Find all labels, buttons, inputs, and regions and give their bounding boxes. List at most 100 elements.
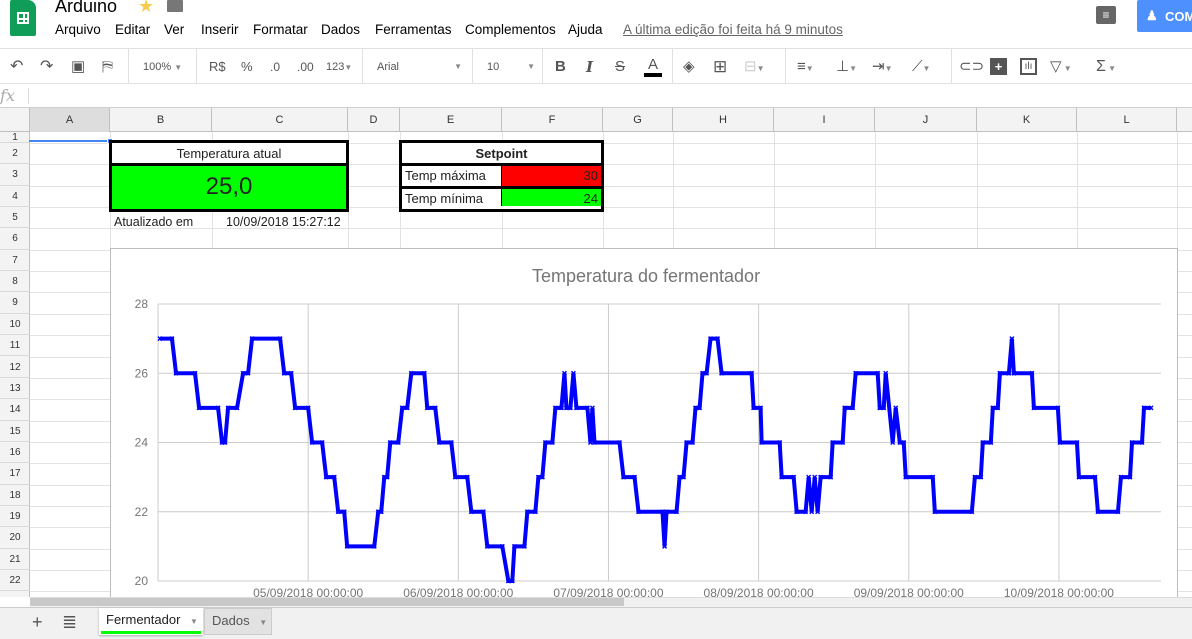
tab-dados[interactable]: Dados ▼ xyxy=(204,608,272,635)
add-sheet-icon[interactable]: + xyxy=(32,612,43,633)
min-temp-label[interactable]: Temp mínima xyxy=(402,189,502,206)
row-header-18[interactable]: 18 xyxy=(0,485,30,506)
row-header-1[interactable]: 1 xyxy=(0,132,30,143)
comments-icon[interactable]: ≡ xyxy=(1096,6,1116,24)
text-color-button[interactable]: A xyxy=(644,57,662,77)
temperature-chart[interactable]: Temperatura do fermentador 28 26 24 22 20 05/… xyxy=(110,248,1178,600)
redo-icon[interactable]: ↷ xyxy=(40,57,53,77)
vertical-align-icon[interactable]: ⊥▼ xyxy=(836,57,857,77)
formula-bar[interactable]: fx xyxy=(0,84,1192,108)
menu-formatar[interactable]: Formatar xyxy=(253,22,308,37)
row-header-3[interactable]: 3 xyxy=(0,164,30,186)
menu-complementos[interactable]: Complementos xyxy=(465,22,556,37)
row-header-12[interactable]: 12 xyxy=(0,357,30,378)
sheets-logo[interactable] xyxy=(10,0,36,36)
row-header-5[interactable]: 5 xyxy=(0,207,30,229)
menu-ferramentas[interactable]: Ferramentas xyxy=(375,22,452,37)
more-formats-button[interactable]: 123▼ xyxy=(326,57,352,77)
setpoint-header[interactable]: Setpoint xyxy=(402,143,601,166)
max-temp-label[interactable]: Temp máxima xyxy=(402,166,502,186)
paint-format-icon[interactable]: ⛿ xyxy=(102,57,113,77)
text-rotation-icon[interactable]: ⟋▼ xyxy=(912,57,930,77)
fill-color-icon[interactable]: ◈ xyxy=(683,57,695,77)
max-temp-value[interactable]: 30 xyxy=(502,166,601,186)
column-header-f[interactable]: F xyxy=(502,108,603,132)
row-header-16[interactable]: 16 xyxy=(0,442,30,464)
row-header-11[interactable]: 11 xyxy=(0,335,30,357)
row-header-7[interactable]: 7 xyxy=(0,250,30,272)
column-header-h[interactable]: H xyxy=(673,108,774,132)
column-header-b[interactable]: B xyxy=(110,108,212,132)
column-header-j[interactable]: J xyxy=(875,108,977,132)
folder-icon[interactable] xyxy=(167,0,183,12)
bold-button[interactable]: B xyxy=(555,57,566,77)
font-select[interactable]: Arial ▼ xyxy=(377,57,462,77)
zoom-select[interactable]: 100% ▼ xyxy=(143,57,182,77)
share-button[interactable]: ♟ COM xyxy=(1137,0,1192,32)
scrollbar-thumb[interactable] xyxy=(30,598,624,606)
row-header-4[interactable]: 4 xyxy=(0,186,30,208)
menu-inserir[interactable]: Inserir xyxy=(201,22,239,37)
horizontal-align-icon[interactable]: ≡▼ xyxy=(797,57,814,77)
comment-add-icon[interactable]: + xyxy=(990,58,1007,75)
column-header-c[interactable]: C xyxy=(212,108,348,132)
font-value: Arial xyxy=(377,61,400,73)
column-header-d[interactable]: D xyxy=(348,108,400,132)
row-header-13[interactable]: 13 xyxy=(0,378,30,400)
min-temp-value[interactable]: 24 xyxy=(502,189,601,206)
italic-button[interactable]: I xyxy=(586,57,593,77)
last-edit-link[interactable]: A última edição foi feita há 9 minutos xyxy=(623,22,843,37)
row-header-10[interactable]: 10 xyxy=(0,314,30,336)
text-wrap-icon[interactable]: ⇥▼ xyxy=(872,57,893,77)
y-tick-label: 20 xyxy=(135,574,149,588)
star-icon[interactable]: ★ xyxy=(138,0,154,17)
current-temperature-value[interactable]: 25,0 xyxy=(112,166,346,209)
column-header-i[interactable]: I xyxy=(774,108,875,132)
updated-label[interactable]: Atualizado em xyxy=(114,215,193,229)
column-header-k[interactable]: K xyxy=(977,108,1077,132)
merge-cells-icon[interactable]: ⊟▼ xyxy=(744,57,765,77)
strikethrough-button[interactable]: S xyxy=(615,57,625,77)
menu-editar[interactable]: Editar xyxy=(115,22,150,37)
row-header-15[interactable]: 15 xyxy=(0,421,30,442)
row-header-6[interactable]: 6 xyxy=(0,228,30,250)
row-header-8[interactable]: 8 xyxy=(0,271,30,293)
link-icon[interactable]: ⊂⊃ xyxy=(959,57,984,77)
menu-dados[interactable]: Dados xyxy=(321,22,360,37)
tab-fermentador[interactable]: Fermentador ▼ xyxy=(99,608,203,635)
chevron-down-icon[interactable]: ▼ xyxy=(259,618,267,627)
column-header-g[interactable]: G xyxy=(603,108,673,132)
column-header-a[interactable]: A xyxy=(30,108,110,132)
chart-icon[interactable]: ılı xyxy=(1020,58,1037,75)
column-header-e[interactable]: E xyxy=(400,108,502,132)
currency-button[interactable]: R$ xyxy=(209,57,226,77)
document-title[interactable]: Arduino xyxy=(55,0,117,17)
decrease-decimals-button[interactable]: .0 xyxy=(270,57,280,77)
updated-timestamp[interactable]: 10/09/2018 15:27:12 xyxy=(226,215,341,229)
percent-button[interactable]: % xyxy=(241,57,253,77)
selected-cell-a1[interactable] xyxy=(29,140,110,142)
borders-icon[interactable]: ⊞ xyxy=(713,57,727,77)
all-sheets-icon[interactable]: ≣ xyxy=(62,612,77,633)
menu-ajuda[interactable]: Ajuda xyxy=(568,22,603,37)
row-header-20[interactable]: 20 xyxy=(0,527,30,549)
print-icon[interactable]: ▣ xyxy=(71,57,85,77)
row-header-22[interactable]: 22 xyxy=(0,570,30,592)
row-header-2[interactable]: 2 xyxy=(0,143,30,165)
menu-ver[interactable]: Ver xyxy=(164,22,184,37)
row-header-21[interactable]: 21 xyxy=(0,549,30,570)
y-tick-label: 24 xyxy=(135,436,149,450)
row-header-14[interactable]: 14 xyxy=(0,399,30,421)
row-header-9[interactable]: 9 xyxy=(0,292,30,314)
row-header-17[interactable]: 17 xyxy=(0,463,30,485)
undo-icon[interactable]: ↶ xyxy=(10,57,23,77)
filter-icon[interactable]: ▽ ▼ xyxy=(1050,57,1072,77)
functions-icon[interactable]: Σ ▼ xyxy=(1096,57,1116,77)
menu-arquivo[interactable]: Arquivo xyxy=(55,22,101,37)
current-temperature-header[interactable]: Temperatura atual xyxy=(112,143,346,166)
font-size-select[interactable]: 10 ▼ xyxy=(487,57,535,77)
row-header-19[interactable]: 19 xyxy=(0,506,30,528)
chevron-down-icon[interactable]: ▼ xyxy=(190,617,198,626)
column-header-l[interactable]: L xyxy=(1077,108,1177,132)
increase-decimals-button[interactable]: .00 xyxy=(297,57,314,77)
